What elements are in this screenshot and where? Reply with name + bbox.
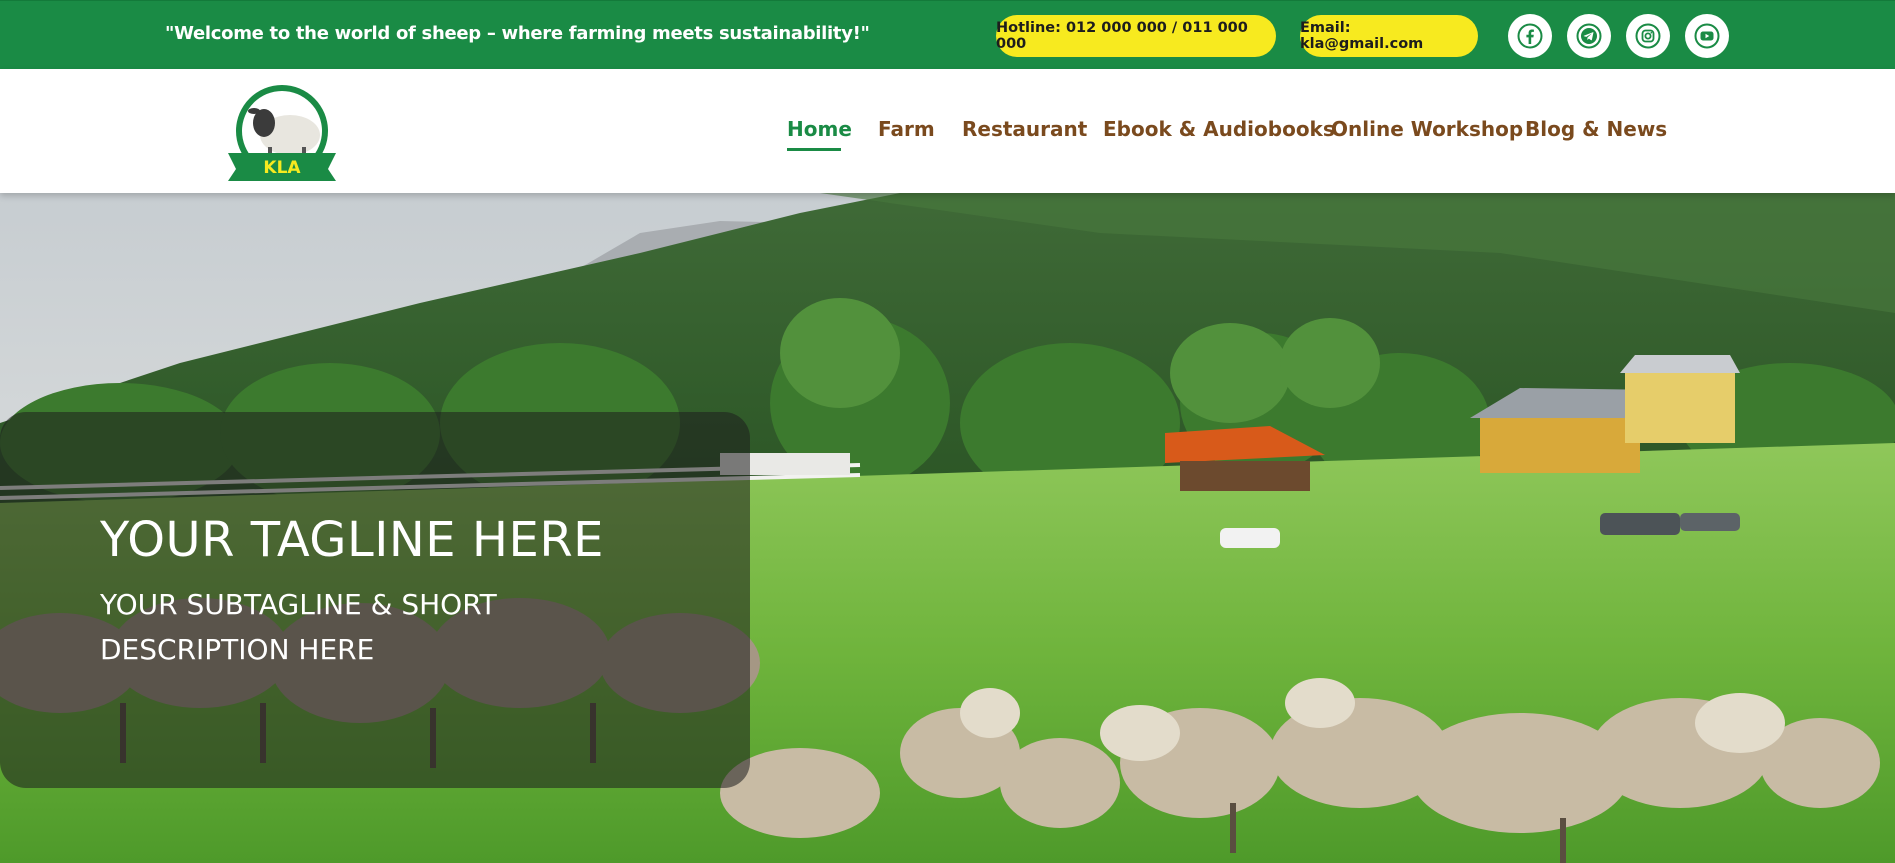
nav-online-workshop[interactable]: Online Workshop: [1331, 117, 1523, 141]
kla-logo[interactable]: KLA: [224, 81, 340, 185]
welcome-text: "Welcome to the world of sheep – where f…: [165, 23, 870, 44]
hotline-button[interactable]: Hotline: 012 000 000 / 011 000 000: [996, 15, 1276, 57]
hero-tagline: YOUR TAGLINE HERE: [100, 512, 604, 568]
top-bar: "Welcome to the world of sheep – where f…: [0, 0, 1895, 69]
main-navbar: KLA Home Farm Restaurant Ebook & Audiobo…: [0, 69, 1895, 193]
facebook-icon[interactable]: [1508, 14, 1552, 58]
email-button[interactable]: Email: kla@gmail.com: [1300, 15, 1478, 57]
nav-active-underline: [787, 148, 841, 151]
nav-home[interactable]: Home: [787, 117, 852, 141]
tagline-overlay: YOUR TAGLINE HERE YOUR SUBTAGLINE & SHOR…: [0, 412, 750, 788]
nav-ebook-audiobooks[interactable]: Ebook & Audiobooks: [1103, 117, 1335, 141]
logo-text: KLA: [263, 158, 301, 178]
youtube-icon[interactable]: [1685, 14, 1729, 58]
instagram-icon[interactable]: [1626, 14, 1670, 58]
nav-blog-news[interactable]: Blog & News: [1525, 117, 1667, 141]
telegram-icon[interactable]: [1567, 14, 1611, 58]
nav-restaurant[interactable]: Restaurant: [962, 117, 1087, 141]
hero-subtagline: YOUR SUBTAGLINE & SHORT DESCRIPTION HERE: [100, 588, 497, 666]
nav-farm[interactable]: Farm: [878, 117, 935, 141]
hero-banner: YOUR TAGLINE HERE YOUR SUBTAGLINE & SHOR…: [0, 193, 1895, 863]
